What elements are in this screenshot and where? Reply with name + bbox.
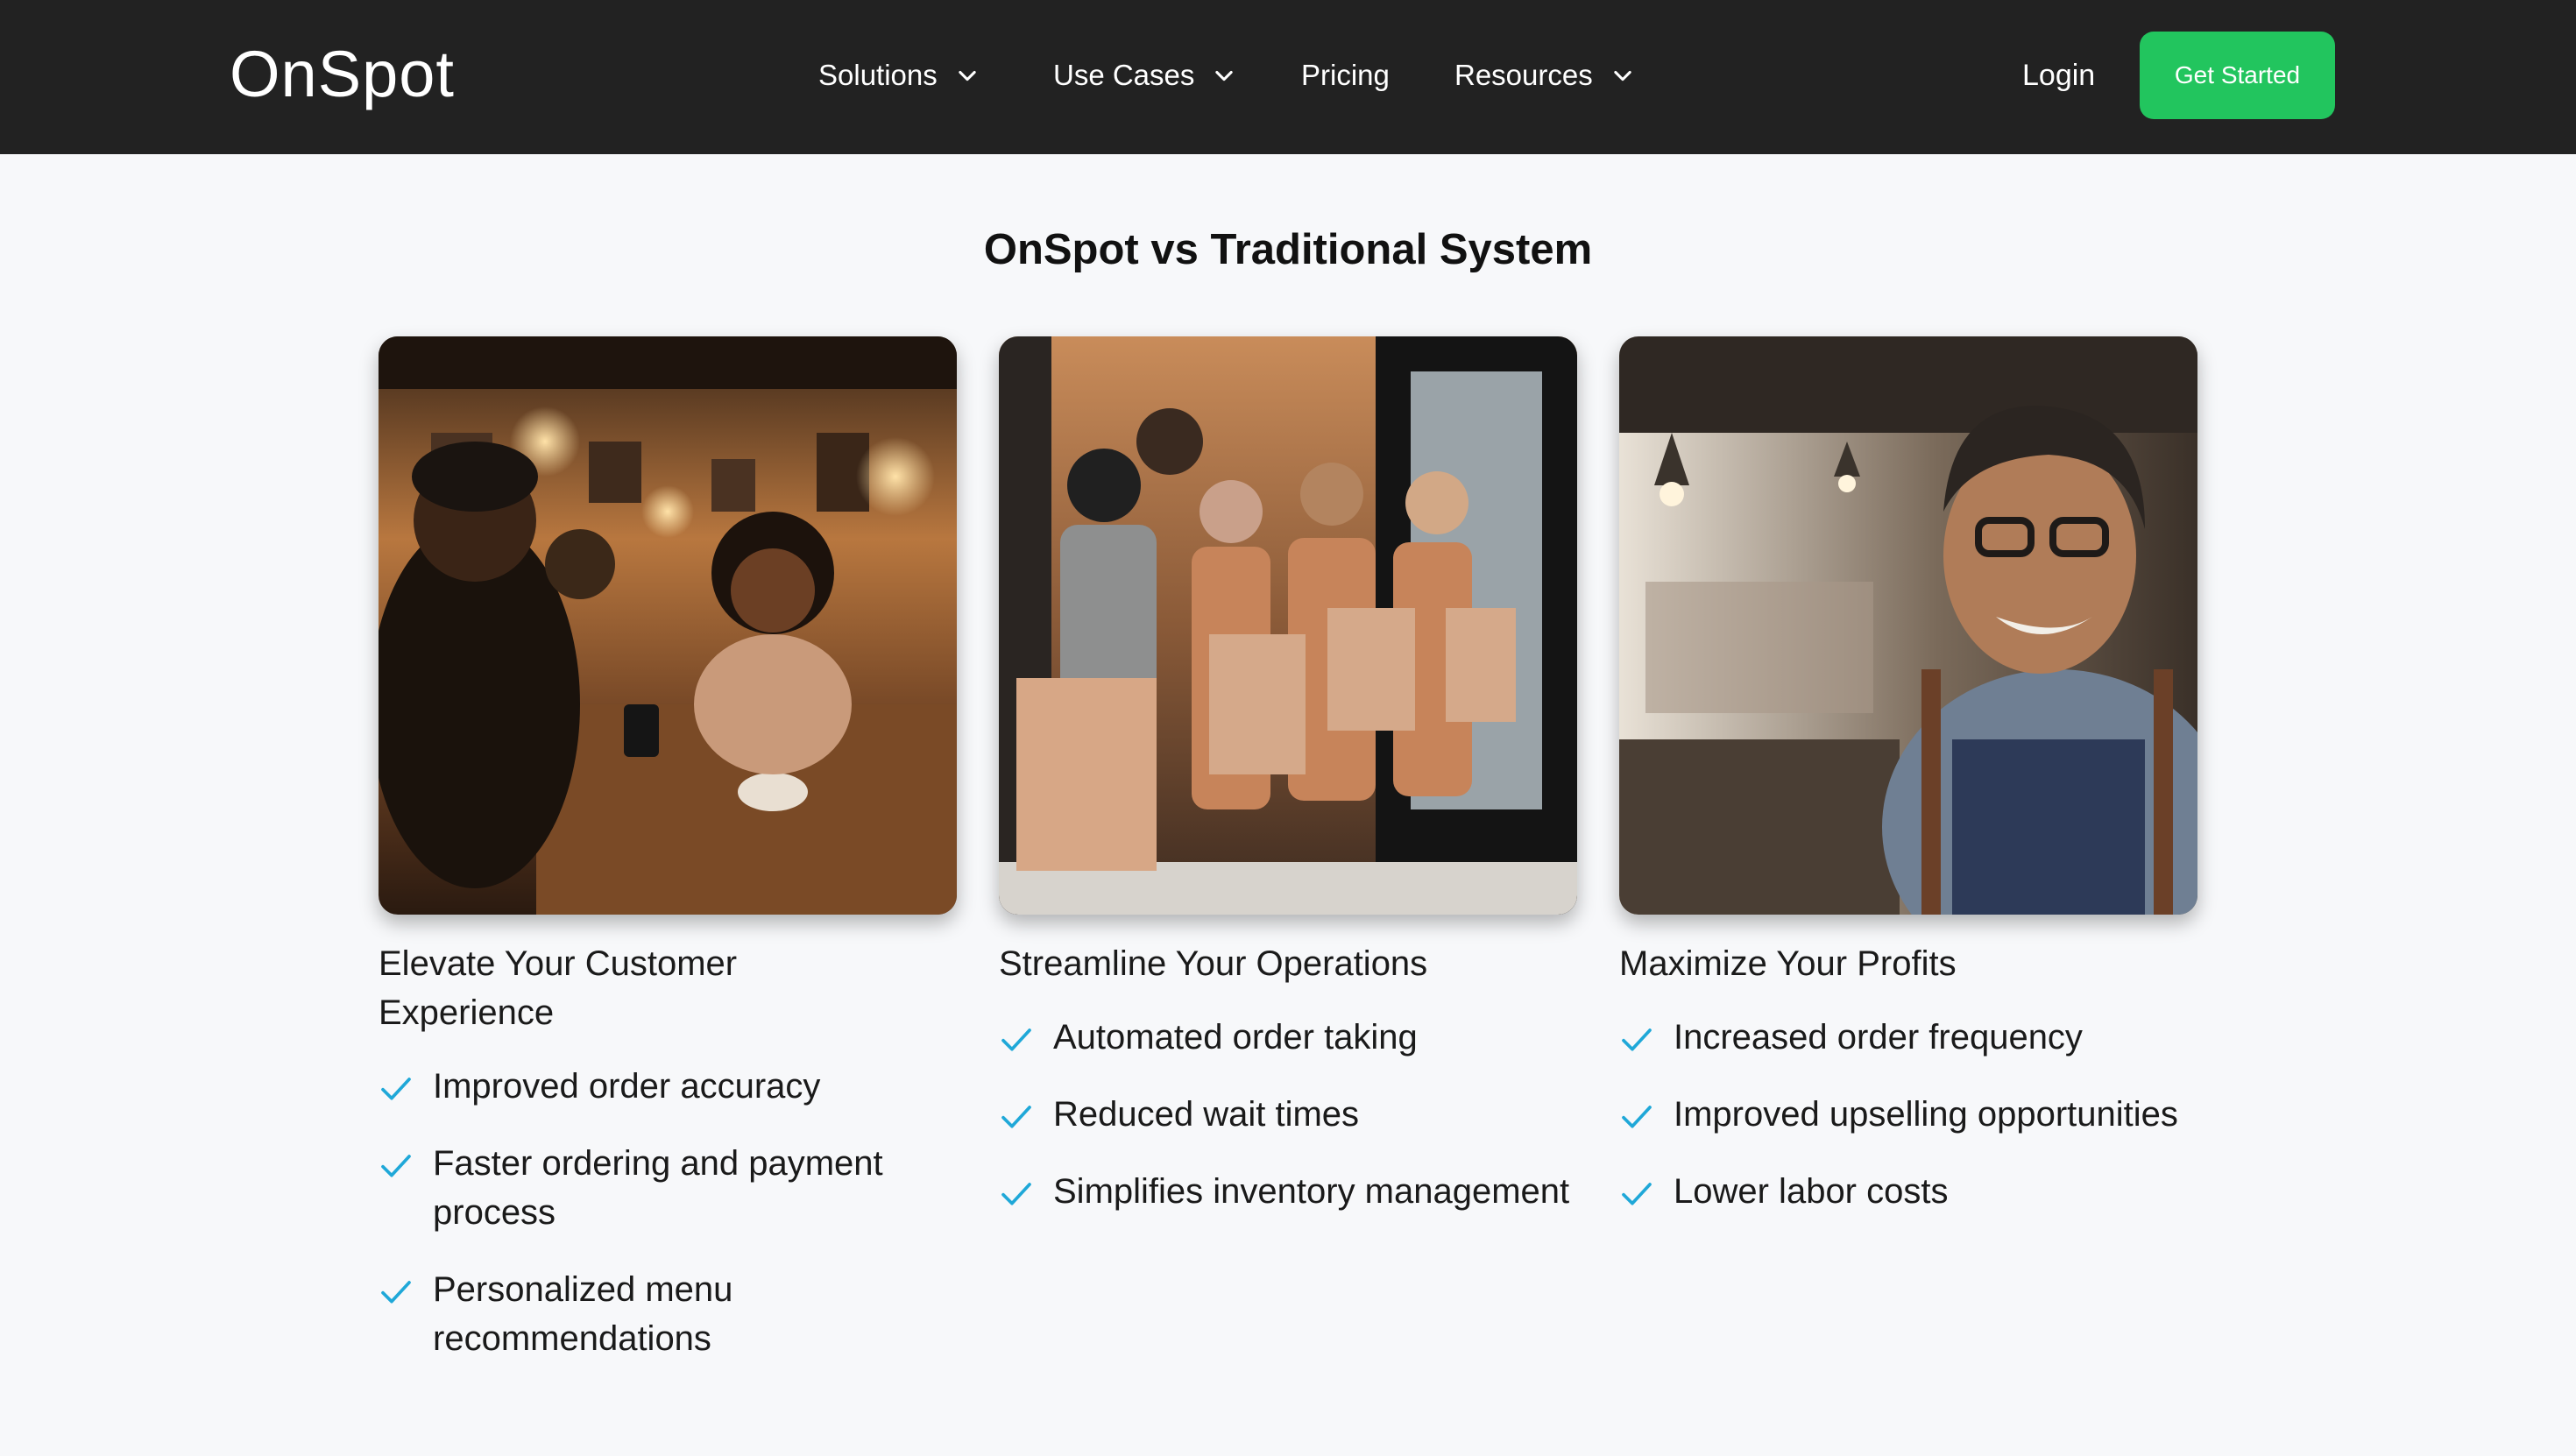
- feature-card-operations: Streamline Your Operations Automated ord…: [999, 336, 1577, 1244]
- feature-list: Improved order accuracy Faster ordering …: [379, 1062, 957, 1363]
- list-item: Improved order accuracy: [379, 1062, 957, 1111]
- list-item: Simplifies inventory management: [999, 1167, 1577, 1216]
- cafe-customers-photo: [379, 336, 957, 915]
- nav-pricing-label: Pricing: [1301, 59, 1390, 91]
- nav-use-cases[interactable]: Use Cases: [1053, 51, 1236, 100]
- check-icon: [1622, 1106, 1652, 1128]
- onspot-logo[interactable]: OnSpot: [230, 35, 455, 114]
- feature-text: Faster ordering and payment process: [433, 1144, 883, 1232]
- nav-pricing[interactable]: Pricing: [1301, 51, 1390, 100]
- feature-text: Improved upselling opportunities: [1674, 1095, 2178, 1134]
- check-icon: [381, 1078, 411, 1100]
- list-item: Increased order frequency: [1619, 1013, 2197, 1062]
- smiling-owner-photo: [1619, 336, 2197, 915]
- feature-text: Simplifies inventory management: [1053, 1172, 1570, 1211]
- check-icon: [1001, 1028, 1031, 1051]
- nav-use-cases-label: Use Cases: [1053, 59, 1195, 91]
- top-navbar: OnSpot Solutions Use Cases Pricing Resou…: [0, 0, 2576, 154]
- chevron-down-icon: [959, 70, 976, 81]
- feature-text: Lower labor costs: [1674, 1172, 1949, 1211]
- check-icon: [381, 1155, 411, 1177]
- feature-list: Increased order frequency Improved upsel…: [1619, 1013, 2197, 1216]
- nav-solutions-label: Solutions: [818, 59, 938, 91]
- list-item: Lower labor costs: [1619, 1167, 2197, 1216]
- list-item: Reduced wait times: [999, 1090, 1577, 1139]
- feature-text: Automated order taking: [1053, 1018, 1418, 1057]
- list-item: Automated order taking: [999, 1013, 1577, 1062]
- check-icon: [381, 1281, 411, 1304]
- card-title: Elevate Your Customer Experience: [379, 944, 738, 1032]
- chevron-down-icon: [1215, 70, 1234, 81]
- nav-solutions[interactable]: Solutions: [818, 51, 980, 100]
- check-icon: [1001, 1183, 1031, 1205]
- card-title: Streamline Your Operations: [999, 944, 1428, 983]
- feature-card-profits: Maximize Your Profits Increased order fr…: [1619, 336, 2197, 1244]
- feature-text: Improved order accuracy: [433, 1067, 821, 1106]
- check-icon: [1622, 1183, 1652, 1205]
- check-icon: [1001, 1106, 1031, 1128]
- nav-resources[interactable]: Resources: [1454, 51, 1635, 100]
- card-title: Maximize Your Profits: [1619, 944, 1957, 983]
- chevron-down-icon: [1614, 70, 1631, 81]
- get-started-button[interactable]: Get Started: [2140, 32, 2335, 119]
- feature-card-customer-experience: Elevate Your Customer Experience Improve…: [379, 336, 957, 1391]
- staff-with-bags-photo: [999, 336, 1577, 915]
- list-item: Personalized menu recommendations: [379, 1265, 957, 1363]
- login-link[interactable]: Login: [2022, 51, 2095, 100]
- feature-text: Reduced wait times: [1053, 1095, 1360, 1134]
- list-item: Faster ordering and payment process: [379, 1139, 957, 1237]
- feature-text: Personalized menu recommendations: [433, 1270, 733, 1358]
- list-item: Improved upselling opportunities: [1619, 1090, 2197, 1139]
- nav-resources-label: Resources: [1454, 59, 1593, 91]
- feature-text: Increased order frequency: [1674, 1018, 2083, 1057]
- section-title: OnSpot vs Traditional System: [983, 226, 1593, 273]
- check-icon: [1622, 1028, 1652, 1051]
- feature-list: Automated order taking Reduced wait time…: [999, 1013, 1577, 1216]
